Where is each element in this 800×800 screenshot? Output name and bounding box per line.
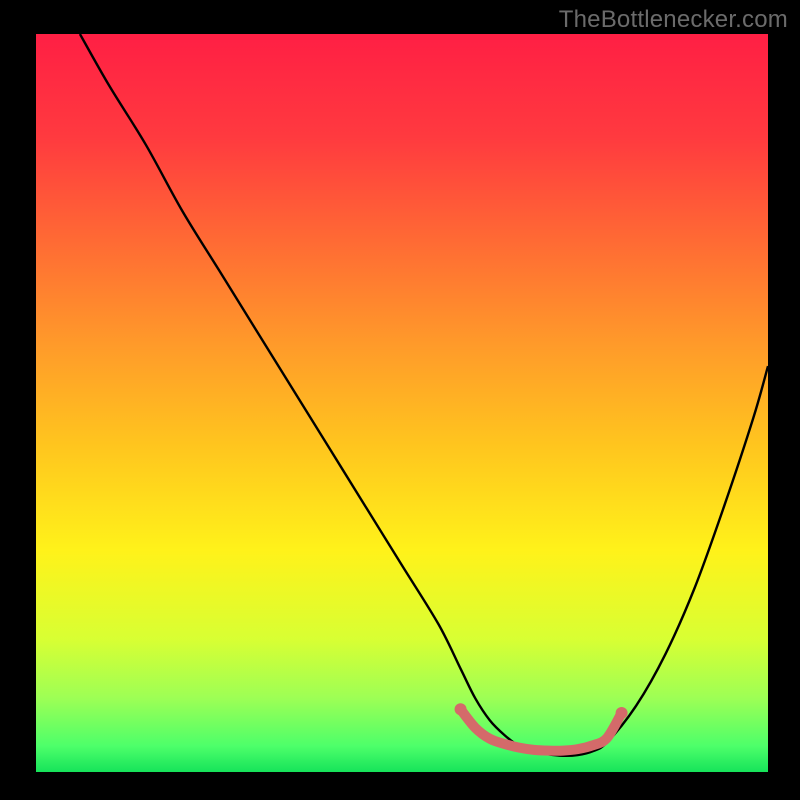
watermark-text: TheBottlenecker.com	[559, 6, 788, 34]
optimal-start-marker	[455, 703, 467, 715]
chart-frame: TheBottlenecker.com	[0, 0, 800, 800]
optimal-end-marker	[616, 707, 628, 719]
bottleneck-chart	[0, 0, 800, 800]
